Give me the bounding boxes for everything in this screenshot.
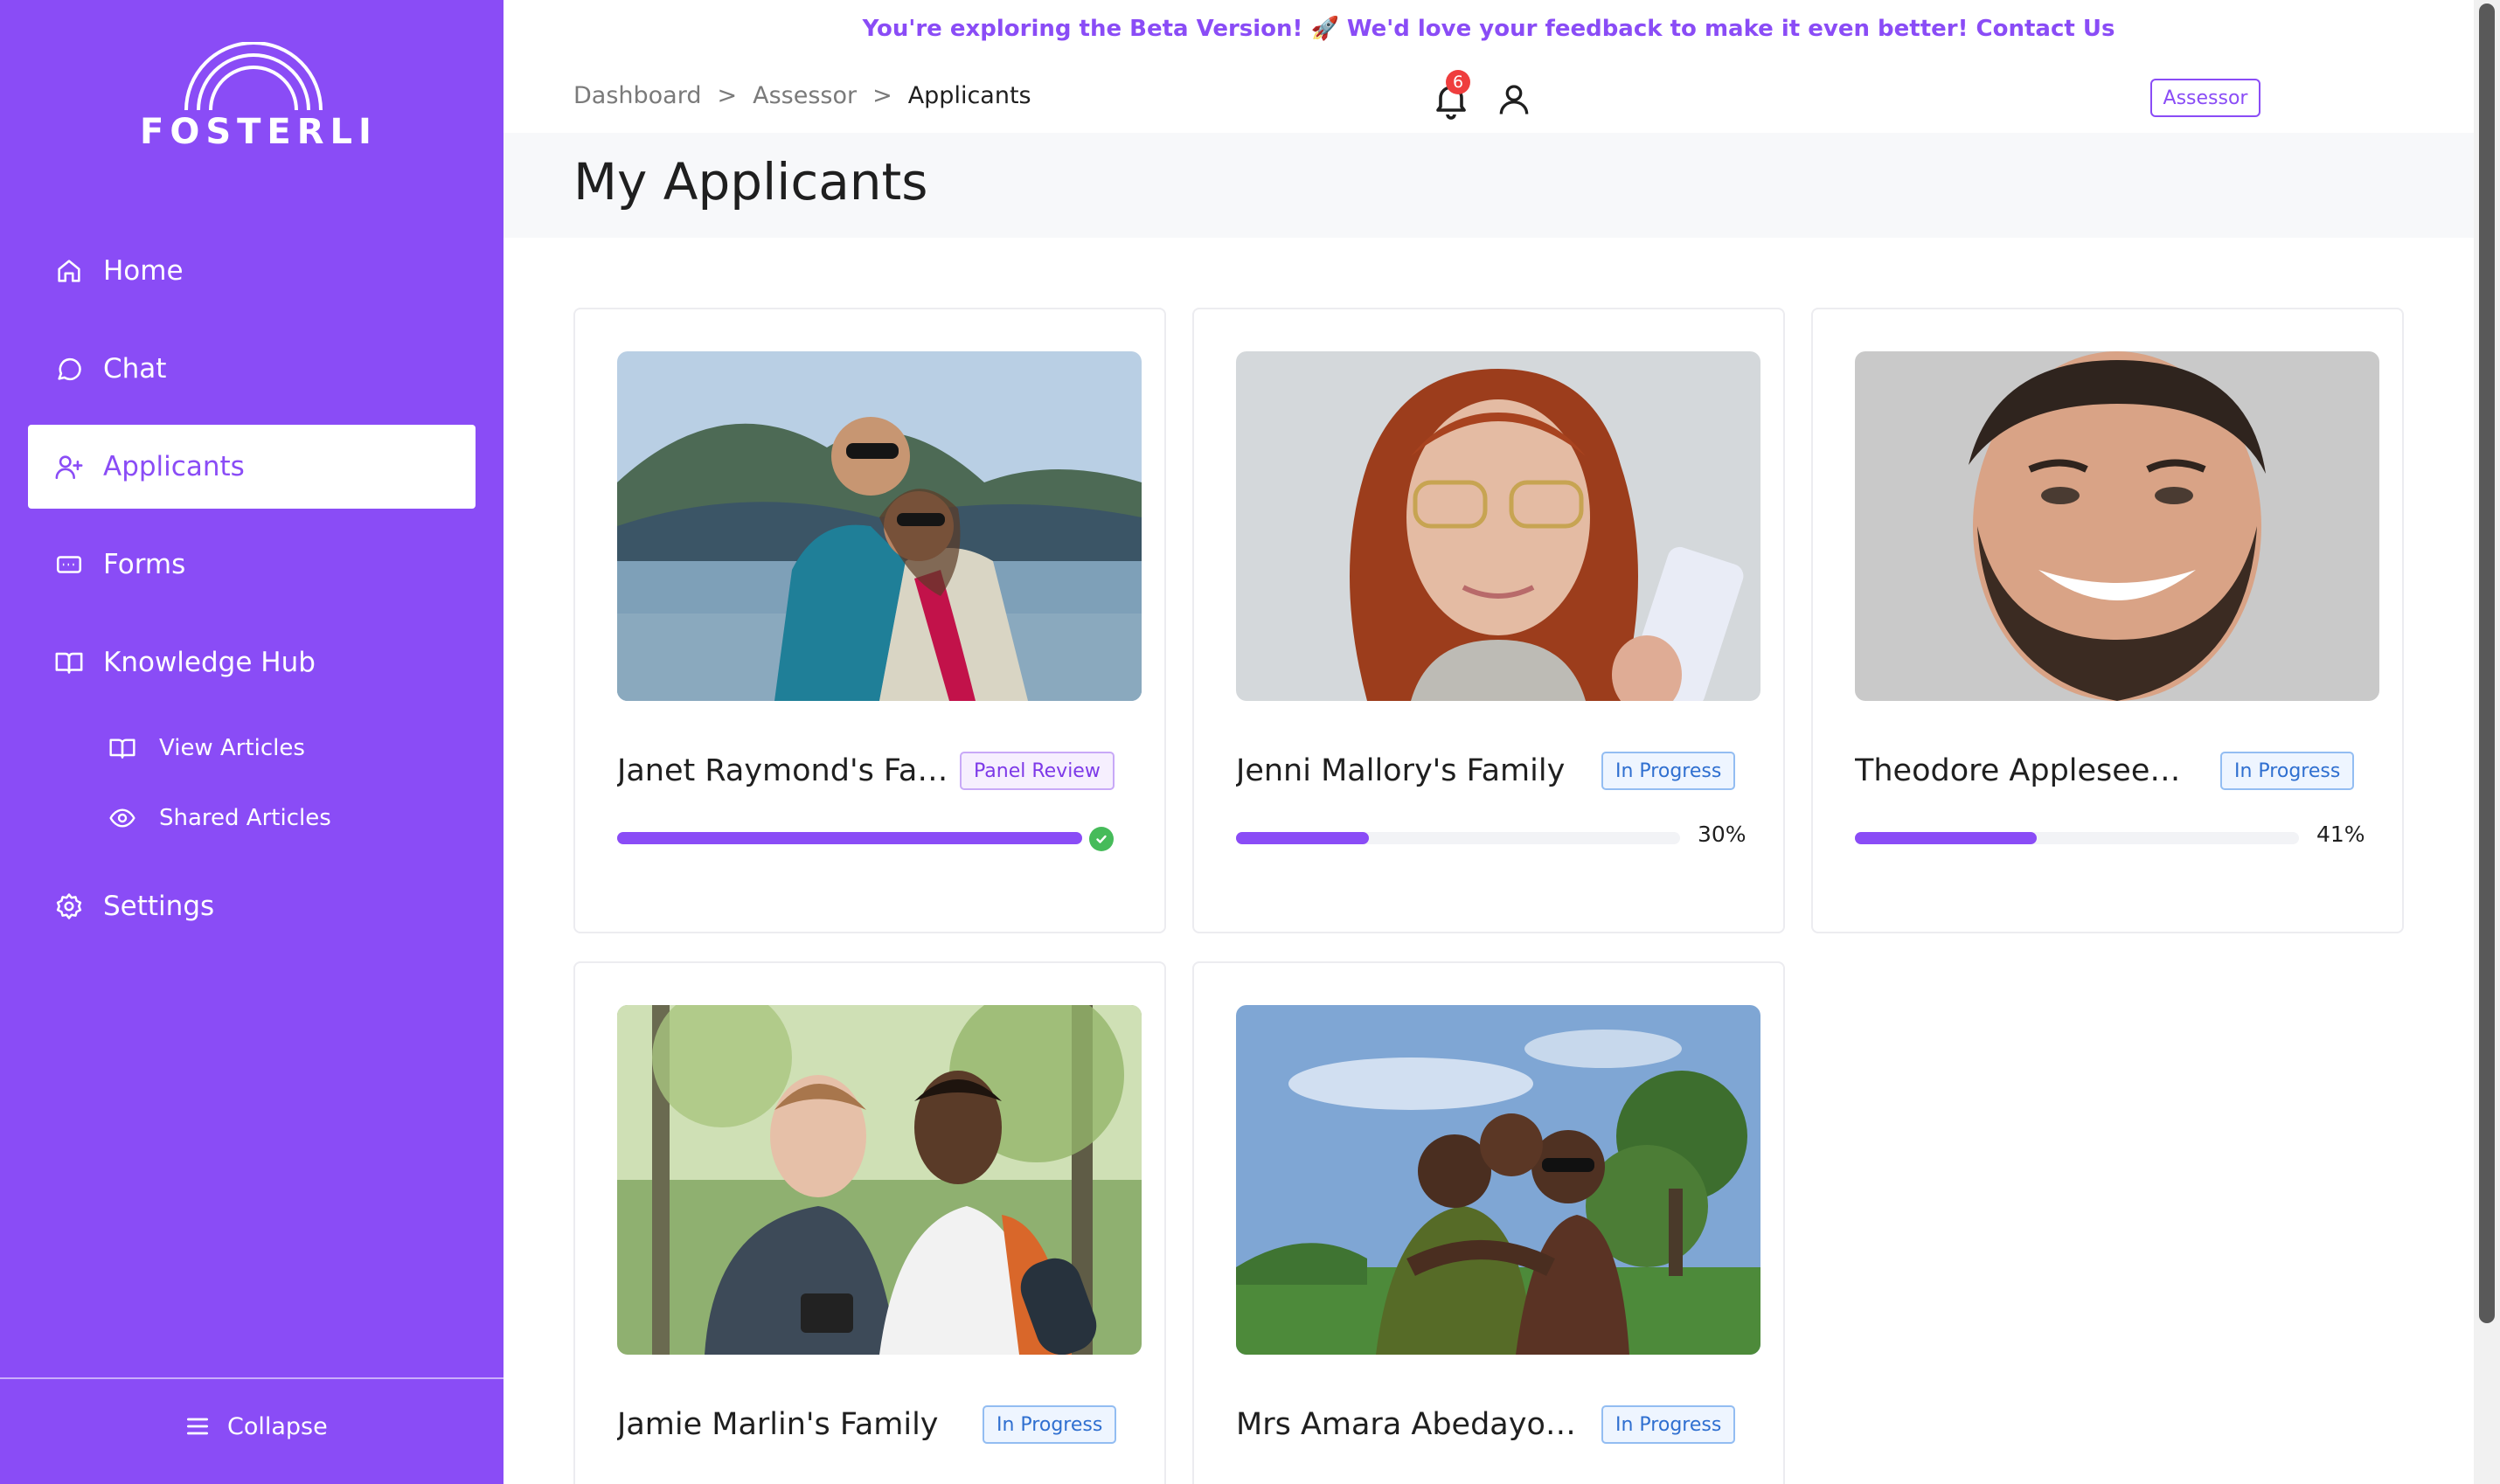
progress-fill	[1236, 832, 1370, 844]
breadcrumb-separator: >	[717, 82, 738, 109]
user-plus-icon	[54, 452, 84, 482]
collapse-label: Collapse	[227, 1412, 328, 1440]
chat-bubble-icon	[54, 354, 84, 384]
status-badge: In Progress	[983, 1405, 1117, 1444]
beta-banner: You're exploring the Beta Version! 🚀 We'…	[503, 16, 2474, 42]
book-open-icon	[54, 648, 84, 677]
gear-icon	[54, 891, 84, 921]
sidebar-item-shared-articles[interactable]: Shared Articles	[108, 792, 331, 844]
role-badge: Assessor	[2150, 79, 2260, 117]
applicant-card[interactable]: Theodore Appleseed's F... In Progress 41…	[1811, 308, 2404, 933]
sidebar-item-knowledge-hub[interactable]: Knowledge Hub	[28, 621, 476, 704]
applicant-card[interactable]: Jenni Mallory's Family In Progress 30%	[1192, 308, 1785, 933]
sidebar-item-label: Home	[103, 255, 184, 287]
scrollbar-thumb[interactable]	[2479, 3, 2495, 1323]
status-badge: In Progress	[1601, 752, 1736, 790]
applicant-name: Theodore Appleseed's F...	[1855, 753, 2196, 788]
applicant-card[interactable]: Janet Raymond's Family Panel Review	[573, 308, 1166, 933]
progress-track	[1855, 832, 2299, 844]
fosterli-logo[interactable]: FOSTERLI	[140, 42, 378, 156]
menu-icon	[184, 1412, 212, 1440]
sidebar-item-view-articles[interactable]: View Articles	[108, 722, 305, 774]
contact-us-link[interactable]: Contact Us	[1976, 16, 2115, 42]
applicant-name: Jamie Marlin's Family	[617, 1407, 939, 1442]
book-open-icon	[108, 734, 136, 762]
sidebar-item-applicants[interactable]: Applicants	[28, 425, 476, 509]
home-icon	[54, 256, 84, 286]
form-icon	[54, 550, 84, 579]
sidebar-item-forms[interactable]: Forms	[28, 523, 476, 607]
sidebar-item-label: Shared Articles	[159, 805, 331, 831]
sidebar-item-label: Applicants	[103, 451, 245, 482]
user-profile-button[interactable]	[1495, 80, 1533, 119]
breadcrumb-separator: >	[872, 82, 892, 109]
breadcrumb-applicants: Applicants	[907, 82, 1031, 109]
applicant-photo	[1855, 351, 2379, 701]
status-badge: Panel Review	[960, 752, 1115, 790]
applicant-photo	[1236, 1005, 1760, 1355]
status-badge: In Progress	[1601, 1405, 1736, 1444]
progress-percent: 30%	[1698, 822, 1747, 847]
sidebar-footer: Collapse	[0, 1377, 503, 1484]
breadcrumb-dashboard[interactable]: Dashboard	[573, 82, 701, 109]
applicant-photo	[617, 1005, 1142, 1355]
status-badge: In Progress	[2220, 752, 2355, 790]
applicant-photo	[617, 351, 1142, 701]
sidebar-item-home[interactable]: Home	[28, 229, 476, 313]
applicant-name: Janet Raymond's Family	[617, 753, 958, 788]
main-content: You're exploring the Beta Version! 🚀 We'…	[503, 0, 2474, 1484]
eye-icon	[108, 804, 136, 832]
sidebar-item-label: Settings	[103, 891, 215, 922]
applicant-card[interactable]: Mrs Amara Abedayo 's ... In Progress	[1192, 961, 1785, 1484]
app: FOSTERLI Home Chat Applicants Forms Know…	[0, 0, 2500, 1484]
sidebar: FOSTERLI Home Chat Applicants Forms Know…	[0, 0, 503, 1484]
applicant-card[interactable]: Jamie Marlin's Family In Progress	[573, 961, 1166, 1484]
applicant-grid: Janet Raymond's Family Panel Review Jenn…	[573, 308, 2435, 1484]
user-icon	[1499, 85, 1529, 114]
breadcrumb-assessor[interactable]: Assessor	[753, 82, 857, 109]
applicant-name: Mrs Amara Abedayo 's ...	[1236, 1407, 1577, 1442]
beta-banner-text: You're exploring the Beta Version! 🚀 We'…	[862, 16, 1969, 42]
rainbow-icon	[184, 42, 323, 111]
progress-fill	[1855, 832, 2038, 844]
sidebar-item-chat[interactable]: Chat	[28, 327, 476, 411]
progress-track	[1236, 832, 1680, 844]
check-circle-icon	[1089, 827, 1114, 851]
sidebar-item-label: View Articles	[159, 735, 305, 761]
applicant-photo	[1236, 351, 1760, 701]
sidebar-item-settings[interactable]: Settings	[28, 864, 476, 948]
progress-fill	[617, 832, 1082, 844]
progress-track	[617, 832, 1082, 844]
applicant-name: Jenni Mallory's Family	[1236, 753, 1566, 788]
sidebar-item-label: Chat	[103, 353, 167, 385]
progress-percent: 41%	[2316, 822, 2365, 847]
breadcrumb: Dashboard > Assessor > Applicants	[573, 82, 1031, 109]
notification-count-badge: 6	[1446, 70, 1470, 94]
sidebar-item-label: Knowledge Hub	[103, 647, 316, 678]
brand-wordmark: FOSTERLI	[140, 112, 378, 152]
collapse-button[interactable]: Collapse	[184, 1412, 328, 1440]
sidebar-item-label: Forms	[103, 549, 186, 580]
page-title: My Applicants	[573, 152, 928, 212]
page-header: My Applicants	[503, 133, 2474, 238]
